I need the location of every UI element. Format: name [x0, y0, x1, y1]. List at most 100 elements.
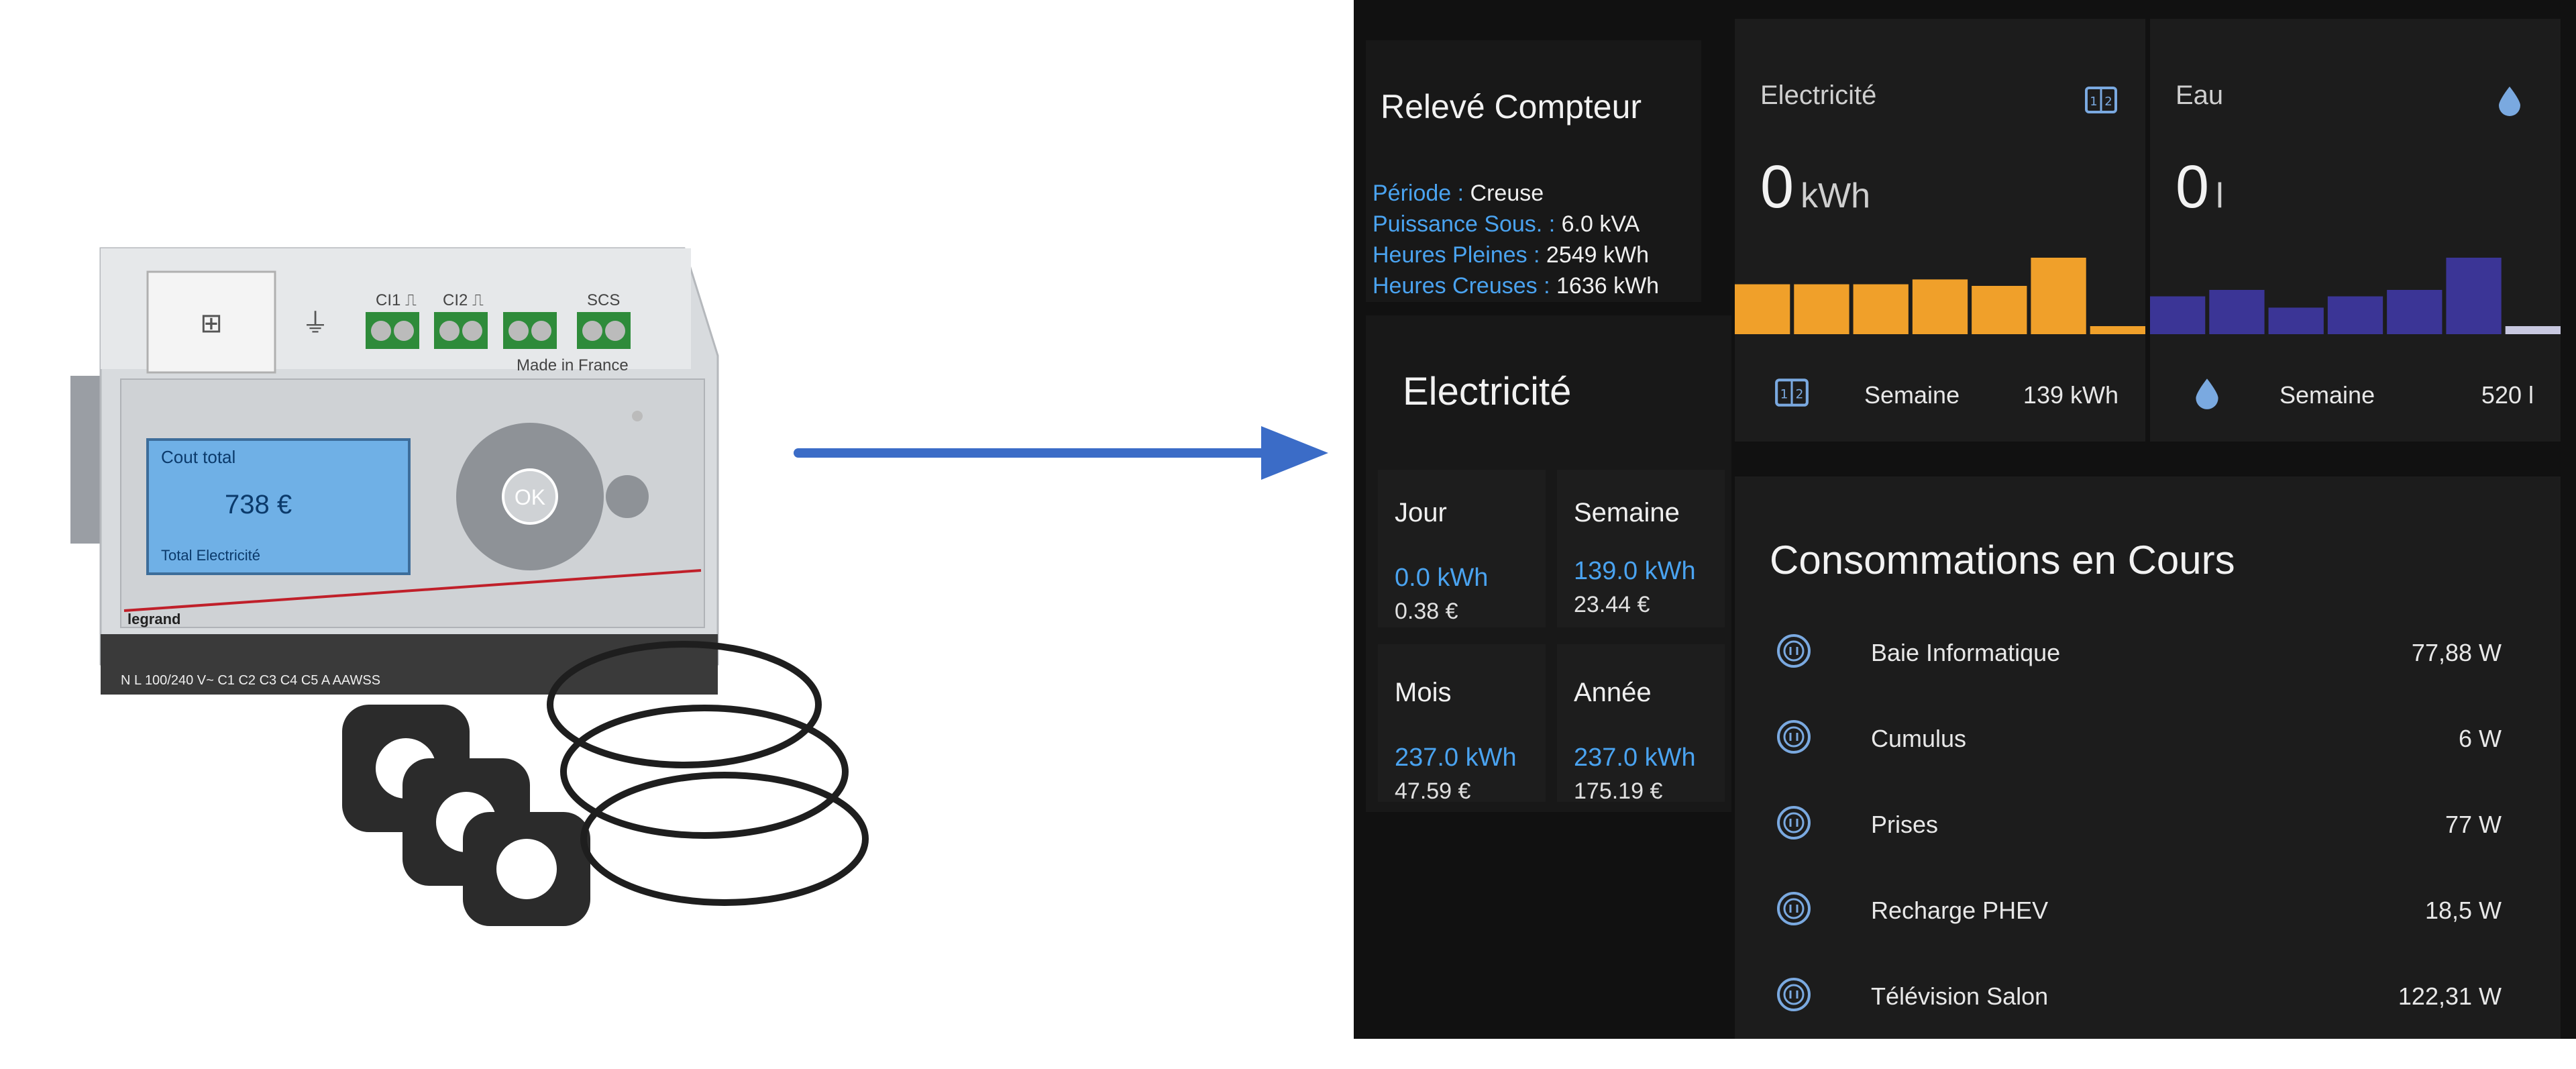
consumption-row[interactable]: Cumulus 6 W: [1735, 718, 2561, 772]
stat-kwh: 139.0 kWh: [1574, 557, 1696, 585]
heures-creuses-label: Heures Creuses :: [1373, 273, 1550, 299]
consumption-row[interactable]: Télévision Salon 122,31 W: [1735, 976, 2561, 1029]
sensor-value: 0: [1760, 154, 1794, 221]
consumption-row[interactable]: Baie Informatique 77,88 W: [1735, 632, 2561, 686]
sensor-name: Eau: [2176, 81, 2224, 110]
sensor-footer[interactable]: Semaine 520 l: [2150, 374, 2561, 415]
history-bar: [2505, 326, 2561, 334]
electricity-stats-title: Electricité: [1403, 370, 1572, 413]
sensor-unit: l: [2216, 176, 2224, 215]
stat-eur: 0.38 €: [1395, 599, 1458, 624]
meter-reading-title: Relevé Compteur: [1381, 88, 1642, 125]
footer-value: 139 kWh: [2023, 381, 2118, 409]
port-label-ci2: CI2 ⎍: [443, 291, 484, 309]
svg-text:1: 1: [1780, 387, 1788, 401]
power-plug-icon: [1777, 978, 1811, 1011]
history-bar: [1912, 279, 1968, 334]
stat-label: Semaine: [1574, 498, 1680, 527]
lcd-line3: Total Electricité: [161, 547, 260, 564]
meter-icon: 1 2: [1775, 378, 1809, 407]
consumption-name: Télévision Salon: [1871, 982, 2049, 1010]
made-in-label: Made in France: [517, 356, 629, 374]
water-sensor-card[interactable]: Eau 0l Semaine 520 l: [2150, 19, 2561, 442]
svg-text:⊞: ⊞: [200, 308, 223, 339]
footer-label: Semaine: [2279, 381, 2375, 409]
consumption-name: Recharge PHEV: [1871, 897, 2049, 924]
port-label-ci1: CI1 ⎍: [376, 291, 417, 309]
history-bar: [1735, 284, 1790, 334]
periode-value: Creuse: [1470, 181, 1544, 206]
history-bar: [1972, 286, 2027, 334]
consumption-row[interactable]: Prises 77 W: [1735, 804, 2561, 858]
home-dashboard: Relevé Compteur Période : Creuse Puissan…: [1354, 0, 2576, 1039]
port-label-scs: SCS: [587, 291, 620, 309]
stat-label: Mois: [1395, 678, 1452, 707]
current-consumption-title: Consommations en Cours: [1770, 538, 2235, 582]
history-bar: [2327, 296, 2383, 334]
consumption-value: 77 W: [2445, 811, 2502, 838]
stat-eur: 47.59 €: [1395, 778, 1471, 804]
stat-cell-semaine[interactable]: Semaine 139.0 kWh 23.44 €: [1557, 470, 1725, 627]
puissance-value: 6.0 kVA: [1561, 211, 1640, 237]
heures-pleines-label: Heures Pleines :: [1373, 242, 1540, 268]
stat-kwh: 237.0 kWh: [1574, 744, 1696, 772]
history-bar: [2090, 326, 2145, 334]
water-history-bars: [2150, 258, 2561, 334]
energy-meter-product-image: ⊞ ⏚ CI1 ⎍ CI2 ⎍ SCS Made in France Cout …: [70, 247, 869, 926]
power-plug-icon: [1777, 806, 1811, 839]
stat-eur: 23.44 €: [1574, 592, 1650, 617]
stat-cell-mois[interactable]: Mois 237.0 kWh 47.59 €: [1378, 644, 1546, 804]
periode-label: Période :: [1373, 181, 1464, 206]
history-bar: [2031, 258, 2086, 334]
history-bar: [1794, 284, 1849, 334]
sensor-footer[interactable]: 1 2 Semaine 139 kWh: [1735, 374, 2145, 415]
arrow-right-icon: [794, 426, 1328, 480]
history-bar: [2268, 307, 2324, 334]
power-plug-icon: [1777, 720, 1811, 754]
sensor-value: 0: [2176, 154, 2210, 221]
meter-reading-card[interactable]: Relevé Compteur Période : Creuse Puissan…: [1366, 40, 1701, 302]
stat-label: Jour: [1395, 498, 1447, 527]
current-consumption-card: Consommations en Cours Baie Informatique…: [1735, 476, 2561, 1039]
stat-kwh: 0.0 kWh: [1395, 564, 1489, 592]
consumption-name: Baie Informatique: [1871, 639, 2061, 666]
footer-label: Semaine: [1864, 381, 1960, 409]
meter-icon: 1 2: [2085, 87, 2117, 113]
water-drop-icon: [2196, 378, 2218, 409]
consumption-name: Prises: [1871, 811, 1939, 838]
power-plug-icon: [1777, 634, 1811, 668]
water-drop-icon: [2499, 87, 2520, 116]
heures-pleines-value: 2549 kWh: [1546, 242, 1650, 268]
stat-cell-jour[interactable]: Jour 0.0 kWh 0.38 €: [1378, 470, 1546, 627]
history-bar: [2446, 258, 2502, 334]
svg-text:⏚: ⏚: [302, 308, 329, 339]
consumption-value: 6 W: [2458, 725, 2502, 752]
history-bar: [2387, 290, 2443, 334]
power-plug-icon: [1777, 892, 1811, 925]
electricity-history-bars: [1735, 258, 2145, 334]
electricity-sensor-card[interactable]: Electricité 1 2 0 kWh 1 2 Semaine 139 kWh: [1735, 19, 2145, 442]
sensor-unit: kWh: [1801, 176, 1871, 215]
history-bar: [2150, 296, 2206, 334]
history-bar: [1853, 284, 1909, 334]
footer-value: 520 l: [2481, 381, 2534, 409]
lcd-value: 738 €: [225, 490, 292, 519]
brand-logo: legrand: [127, 611, 180, 627]
consumption-value: 77,88 W: [2411, 639, 2502, 666]
svg-text:1: 1: [2090, 95, 2097, 109]
consumption-row[interactable]: Recharge PHEV 18,5 W: [1735, 890, 2561, 944]
puissance-label: Puissance Sous. :: [1373, 211, 1556, 237]
svg-text:2: 2: [2104, 95, 2112, 109]
electricity-stats-card: Electricité Jour 0.0 kWh 0.38 € Semaine …: [1366, 315, 1731, 812]
stat-kwh: 237.0 kWh: [1395, 744, 1517, 772]
lcd-line1: Cout total: [161, 447, 235, 467]
consumption-value: 122,31 W: [2398, 982, 2502, 1010]
sensor-name: Electricité: [1760, 81, 1877, 110]
stat-eur: 175.19 €: [1574, 778, 1663, 804]
ok-button-label: OK: [515, 485, 545, 509]
heures-creuses-value: 1636 kWh: [1556, 273, 1660, 299]
stat-cell-annee[interactable]: Année 237.0 kWh 175.19 €: [1557, 644, 1725, 804]
consumption-name: Cumulus: [1871, 725, 1967, 752]
svg-text:2: 2: [1795, 387, 1803, 401]
terminal-labels: N L 100/240 V~ C1 C2 C3 C4 C5 A AAWSS: [121, 673, 380, 688]
